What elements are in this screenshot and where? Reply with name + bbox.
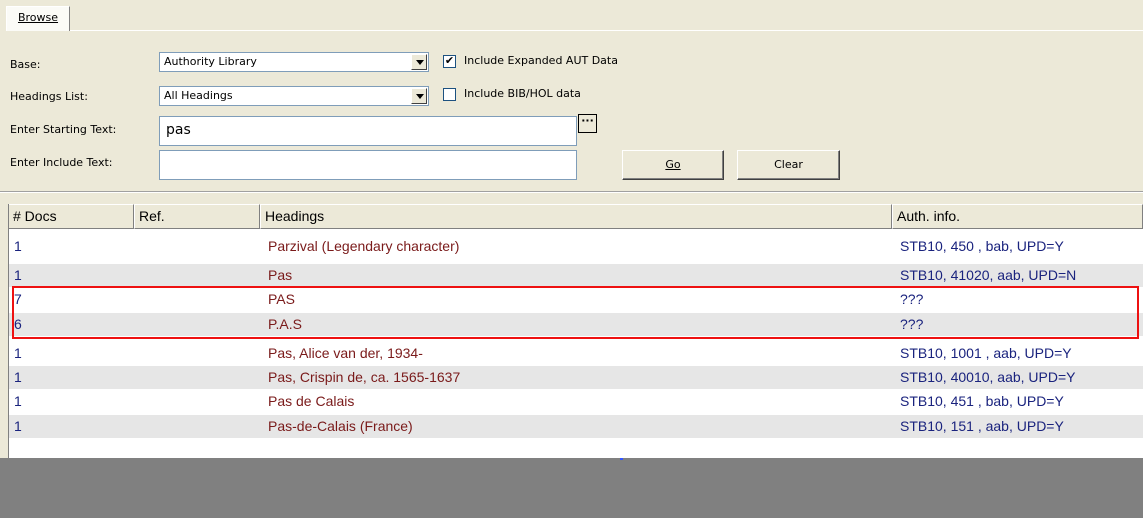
- auth-info-cell: STB10, 450 , bab, UPD=Y: [900, 238, 1064, 254]
- chevron-down-icon[interactable]: [411, 88, 427, 104]
- auth-info-cell: STB10, 451 , bab, UPD=Y: [900, 393, 1064, 409]
- table-row[interactable]: 1 Pas, Crispin de, ca. 1565-1637 STB10, …: [8, 366, 1143, 389]
- heading-cell: Pas: [268, 267, 293, 283]
- heading-cell: Pas de Calais: [268, 393, 355, 409]
- headings-list-value: All Headings: [164, 89, 233, 102]
- heading-cell: Parzival (Legendary character): [268, 238, 460, 254]
- include-text-label: Enter Include Text:: [10, 156, 113, 169]
- headings-list-select[interactable]: All Headings: [159, 86, 429, 106]
- auth-info-cell: STB10, 40010, aab, UPD=Y: [900, 369, 1076, 385]
- tab-strip: Browse: [0, 0, 1143, 32]
- heading-cell: Pas-de-Calais (France): [268, 418, 413, 434]
- auth-info-cell: STB10, 151 , aab, UPD=Y: [900, 418, 1064, 434]
- include-bib-hol-checkbox[interactable]: [443, 88, 456, 101]
- checkmark-icon: ✔: [444, 54, 455, 67]
- clear-button[interactable]: Clear: [737, 150, 840, 180]
- chevron-down-icon[interactable]: [411, 54, 427, 70]
- include-bib-hol-label: Include BIB/HOL data: [464, 87, 581, 100]
- starting-text-label: Enter Starting Text:: [10, 123, 117, 136]
- include-expanded-aut-checkbox[interactable]: ✔: [443, 55, 456, 68]
- auth-info-cell: STB10, 1001 , aab, UPD=Y: [900, 345, 1072, 361]
- form-separator-highlight: [0, 192, 1143, 193]
- column-header-auth-info[interactable]: Auth. info.: [892, 204, 1143, 229]
- include-expanded-aut-label: Include Expanded AUT Data: [464, 54, 618, 67]
- auth-info-cell: STB10, 41020, aab, UPD=N: [900, 267, 1077, 283]
- browse-ellipsis-button[interactable]: ···: [578, 114, 597, 133]
- docs-cell: 1: [14, 267, 22, 283]
- docs-cell: 1: [14, 238, 22, 254]
- column-header-ref[interactable]: Ref.: [134, 204, 260, 229]
- tab-browse[interactable]: Browse: [6, 6, 70, 31]
- base-label: Base:: [10, 58, 41, 71]
- headings-list-label: Headings List:: [10, 90, 88, 103]
- docs-cell: 1: [14, 369, 22, 385]
- include-text-input[interactable]: [159, 150, 577, 180]
- cursor-marker: [620, 458, 623, 460]
- table-row[interactable]: 1 Pas de Calais STB10, 451 , bab, UPD=Y: [8, 390, 1143, 413]
- base-select[interactable]: Authority Library: [159, 52, 429, 72]
- highlight-box: [12, 286, 1139, 339]
- go-button-label: Go: [665, 158, 681, 171]
- starting-text-input[interactable]: pas: [159, 116, 577, 146]
- table-row[interactable]: 1 Pas, Alice van der, 1934- STB10, 1001 …: [8, 342, 1143, 365]
- table-row[interactable]: 1 Pas-de-Calais (France) STB10, 151 , aa…: [8, 415, 1143, 438]
- tab-divider: [70, 30, 1143, 31]
- heading-cell: Pas, Crispin de, ca. 1565-1637: [268, 369, 461, 385]
- tab-browse-label: Browse: [17, 11, 59, 24]
- table-row[interactable]: 1 Pas STB10, 41020, aab, UPD=N: [8, 264, 1143, 287]
- docs-cell: 1: [14, 345, 22, 361]
- grid-header: # Docs Ref. Headings Auth. info.: [8, 204, 1143, 229]
- table-row[interactable]: 1 Parzival (Legendary character) STB10, …: [8, 235, 1143, 258]
- go-button[interactable]: Go: [622, 150, 724, 180]
- heading-cell: Pas, Alice van der, 1934-: [268, 345, 423, 361]
- empty-desktop-area: [0, 458, 1143, 518]
- base-select-value: Authority Library: [164, 55, 257, 68]
- column-header-docs[interactable]: # Docs: [8, 204, 134, 229]
- grid-left-border: [8, 204, 9, 458]
- column-header-headings[interactable]: Headings: [260, 204, 892, 229]
- docs-cell: 1: [14, 393, 22, 409]
- docs-cell: 1: [14, 418, 22, 434]
